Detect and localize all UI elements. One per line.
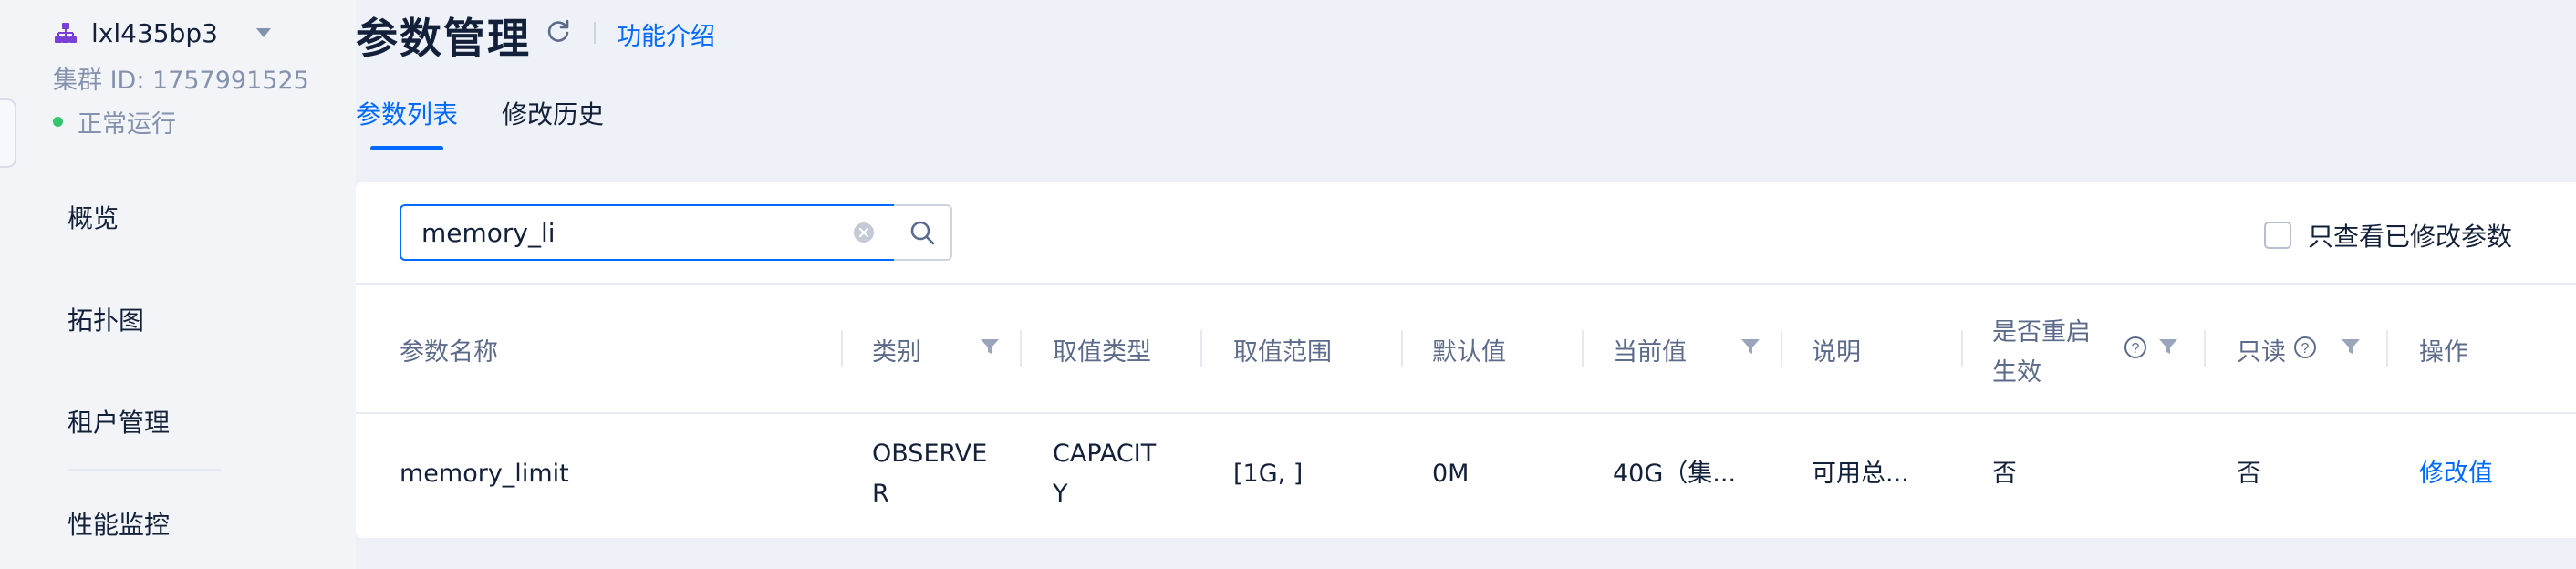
cell-value-type: CAPACIT <box>1053 440 1157 468</box>
only-modified-filter[interactable]: 只查看已修改参数 <box>2264 217 2512 253</box>
column-header-description: 说明 <box>1812 338 1861 367</box>
cell-current: 40G（集... <box>1613 460 1737 488</box>
column-resizer[interactable] <box>1200 330 1202 367</box>
column-resizer[interactable] <box>1582 330 1584 367</box>
only-modified-label: 只查看已修改参数 <box>2308 222 2513 252</box>
sidebar-item-overview[interactable]: 概览 <box>68 199 119 235</box>
column-header-action: 操作 <box>2419 338 2468 367</box>
sidebar-divider <box>68 469 221 471</box>
cell-default: 0M <box>1432 460 1470 488</box>
clear-icon[interactable] <box>852 221 876 244</box>
feature-intro-link[interactable]: 功能介绍 <box>617 16 715 52</box>
svg-text:?: ? <box>2301 341 2310 357</box>
help-icon[interactable]: ? <box>2124 336 2147 359</box>
column-resizer[interactable] <box>841 330 843 367</box>
cell-value-type-wrap: Y <box>1053 480 1068 508</box>
cluster-switcher[interactable]: lxl435bp3 <box>53 16 271 49</box>
page-title: 参数管理 <box>356 14 531 63</box>
cell-range: [1G, ] <box>1233 460 1304 488</box>
cell-readonly: 否 <box>2237 460 2261 488</box>
svg-text:?: ? <box>2132 341 2140 357</box>
only-modified-checkbox[interactable] <box>2264 222 2291 249</box>
column-resizer[interactable] <box>1401 330 1403 367</box>
column-resizer[interactable] <box>1781 330 1782 367</box>
column-header-category: 类别 <box>872 338 921 367</box>
cell-name: memory_limit <box>400 460 569 488</box>
cluster-name: lxl435bp3 <box>91 17 218 48</box>
column-header-value-type: 取值类型 <box>1053 338 1151 367</box>
column-resizer[interactable] <box>2204 330 2206 367</box>
sidebar-item-monitoring[interactable]: 性能监控 <box>68 505 170 542</box>
status-text: 正常运行 <box>78 110 176 139</box>
active-tab-indicator <box>370 146 443 150</box>
column-header-readonly: 只读 <box>2237 338 2286 367</box>
title-divider <box>594 22 596 44</box>
help-icon[interactable]: ? <box>2293 336 2317 359</box>
search-icon <box>910 221 935 245</box>
parameter-card: memory_li 只查看已修改参数 参数名称 类别 取值类型 取值范围 默认值… <box>356 182 2576 538</box>
column-header-name: 参数名称 <box>400 338 498 367</box>
filter-icon[interactable] <box>980 337 1000 356</box>
column-resizer[interactable] <box>1961 330 1963 367</box>
sidebar-item-topology[interactable]: 拓扑图 <box>68 301 144 337</box>
modify-value-link[interactable]: 修改值 <box>2419 454 2493 494</box>
search-button[interactable] <box>894 204 952 261</box>
status-dot-icon <box>53 117 63 127</box>
table-header: 参数名称 类别 取值类型 取值范围 默认值 当前值 说明 是否重启 生效 ? 只… <box>356 284 2576 412</box>
cluster-status: 正常运行 <box>53 104 176 140</box>
column-header-range: 取值范围 <box>1233 338 1332 367</box>
column-resizer[interactable] <box>2386 330 2388 367</box>
search-input[interactable]: memory_li <box>400 204 896 261</box>
cell-category-wrap: R <box>872 480 889 508</box>
cluster-id: 集群 ID: 1757991525 <box>53 67 309 95</box>
cell-description: 可用总... <box>1812 460 1909 488</box>
column-header-default: 默认值 <box>1432 338 1506 367</box>
cell-category: OBSERVE <box>872 440 988 468</box>
filter-icon[interactable] <box>2158 337 2178 356</box>
tab-parameter-list[interactable]: 参数列表 <box>356 95 458 131</box>
header-row-divider <box>356 412 2576 414</box>
sidebar-collapse-handle[interactable] <box>0 98 16 168</box>
refresh-icon[interactable] <box>544 16 573 46</box>
search-input-value[interactable]: memory_li <box>421 218 556 248</box>
column-resizer[interactable] <box>1020 330 1022 367</box>
cell-restart: 否 <box>1992 460 2017 488</box>
cluster-icon <box>55 23 77 43</box>
column-header-restart-line2: 生效 <box>1992 358 2041 387</box>
column-header-current: 当前值 <box>1613 338 1687 367</box>
chevron-down-icon[interactable] <box>255 28 271 37</box>
tab-modify-history[interactable]: 修改历史 <box>502 95 604 131</box>
column-header-restart: 是否重启 <box>1992 318 2091 347</box>
filter-icon[interactable] <box>1740 337 1761 356</box>
sidebar: lxl435bp3 集群 ID: 1757991525 正常运行 概览 拓扑图 … <box>0 0 356 569</box>
sidebar-item-tenants[interactable]: 租户管理 <box>68 403 170 440</box>
filter-icon[interactable] <box>2341 337 2361 356</box>
